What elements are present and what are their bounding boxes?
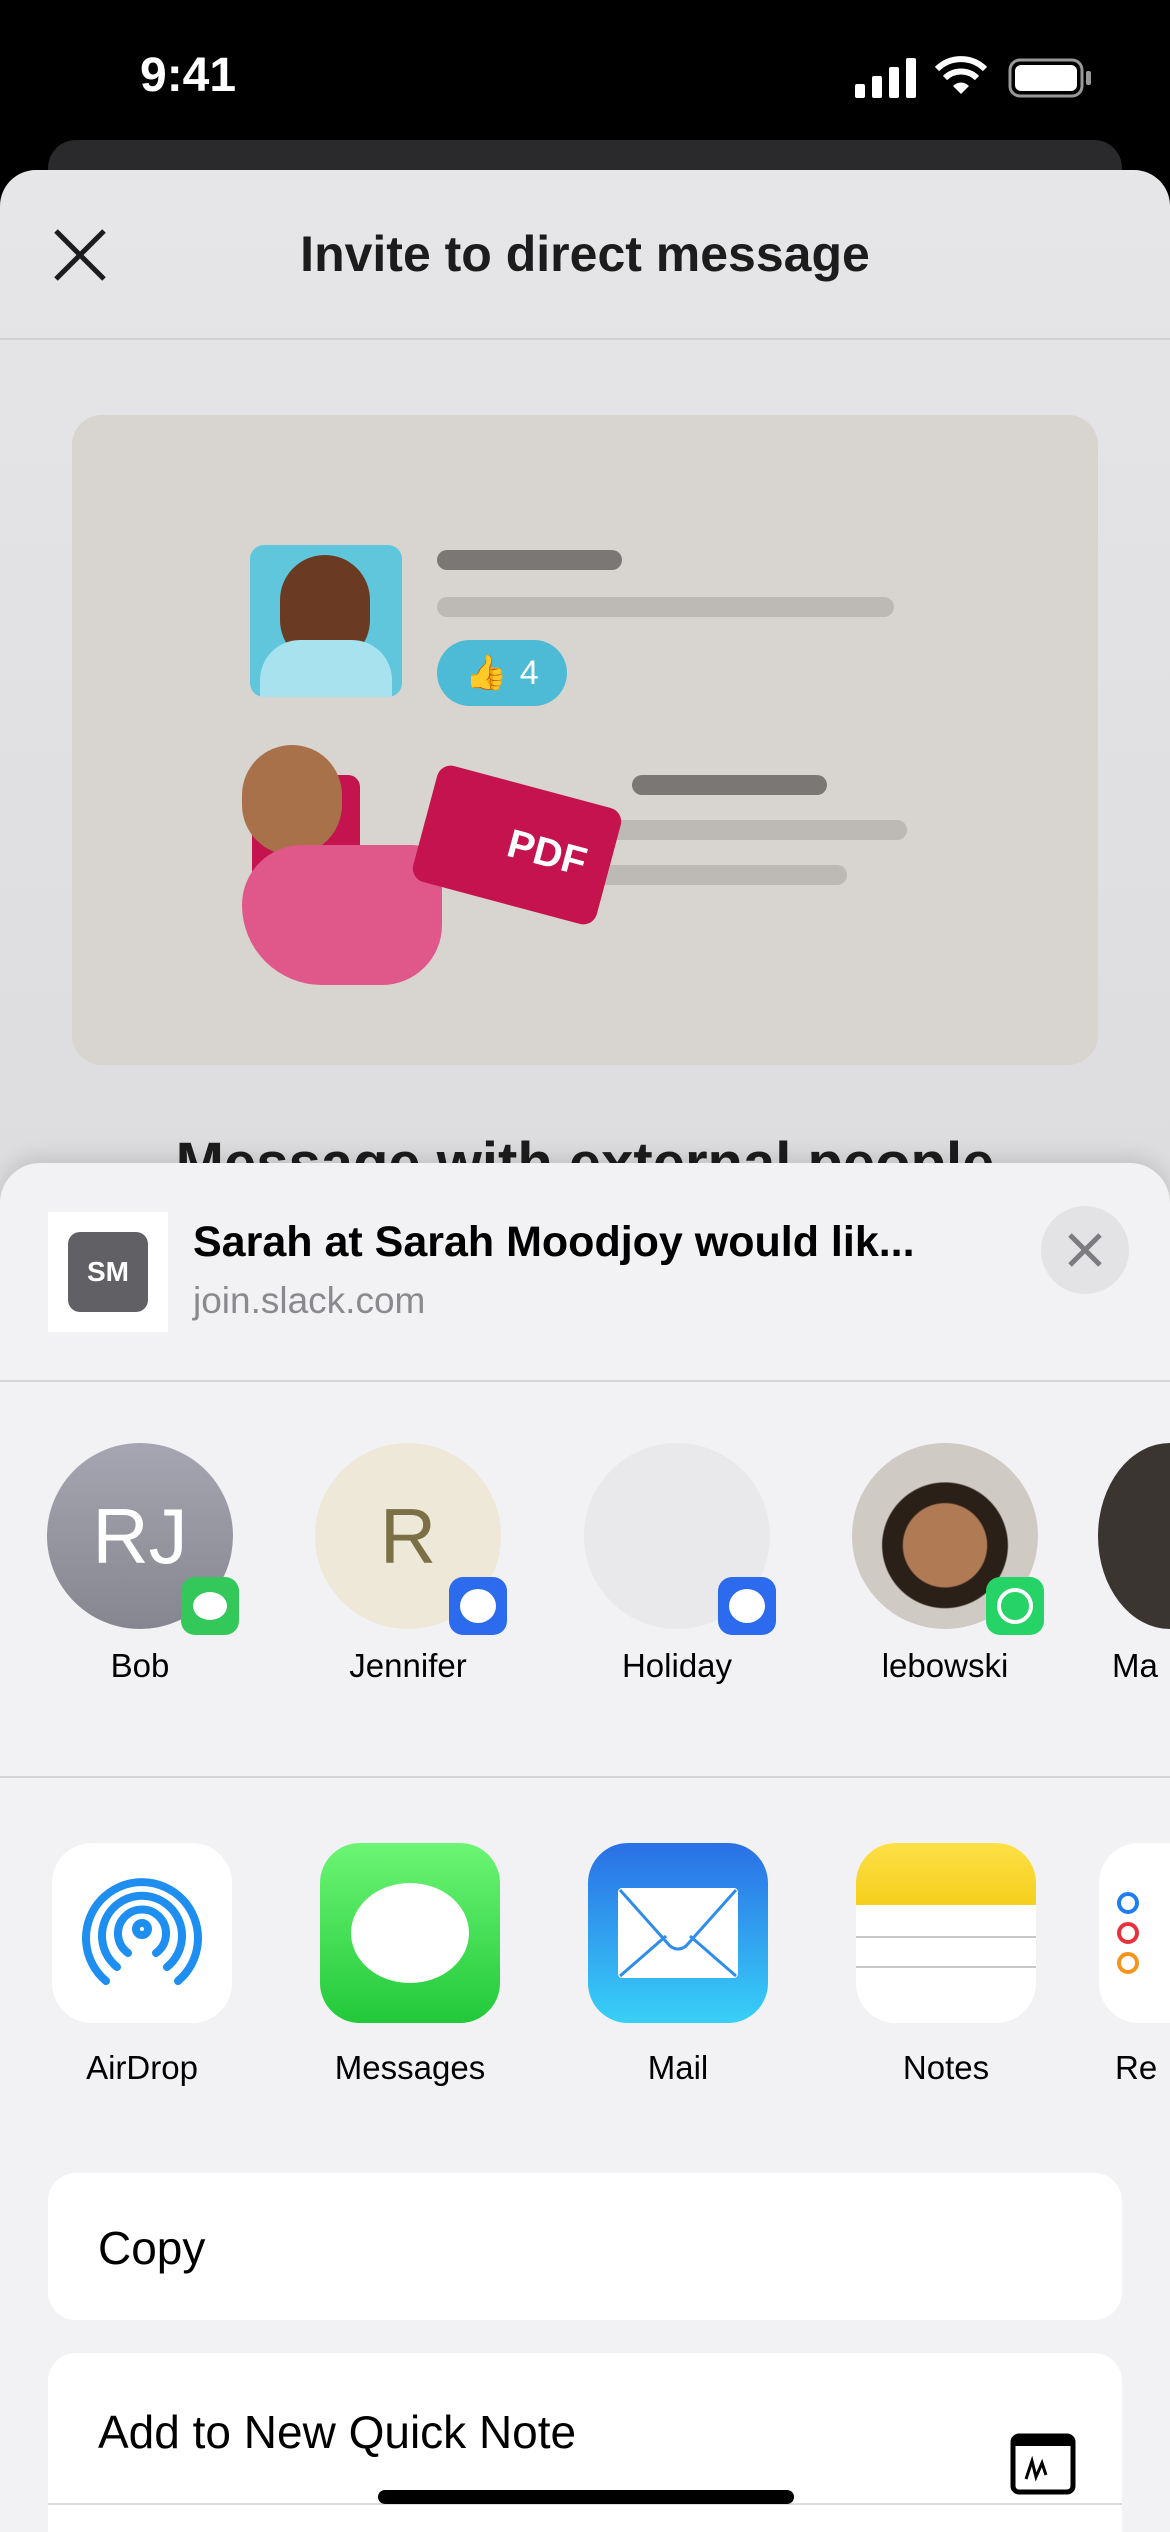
share-title: Sarah at Sarah Moodjoy would lik... [193, 1218, 915, 1266]
person-avatar [250, 545, 402, 697]
home-indicator[interactable] [378, 2490, 794, 2504]
wifi-icon [935, 56, 987, 94]
avatar-photo [852, 1443, 1044, 1635]
text-line [632, 775, 827, 795]
contact-name: Bob [110, 1647, 170, 1684]
app-messages[interactable]: Messages [295, 1843, 525, 2087]
text-line [437, 597, 894, 617]
app-name: Messages [334, 2049, 486, 2086]
contact-name: Holiday [621, 1647, 733, 1684]
whatsapp-icon [986, 1577, 1044, 1635]
quick-note-icon [1010, 2433, 1076, 2495]
app-airdrop[interactable]: AirDrop [27, 1843, 257, 2087]
avatar-initials: R [379, 1491, 437, 1580]
app-name: Mail [647, 2049, 709, 2086]
avatar [584, 1443, 776, 1635]
avatar: R [315, 1443, 507, 1635]
avatar: RJ [47, 1443, 239, 1635]
app-notes[interactable]: Notes [831, 1843, 1061, 2087]
text-line [572, 820, 907, 840]
contact-jennifer[interactable]: R Jennifer [293, 1443, 523, 1685]
contact-bob[interactable]: RJ Bob [25, 1443, 255, 1685]
app-name: Re [1115, 2049, 1158, 2086]
notes-icon [856, 1843, 1036, 2023]
close-icon [1068, 1233, 1102, 1267]
signal-icon [718, 1577, 776, 1635]
link-thumbnail: SM [48, 1212, 168, 1332]
action-label: Add to New Quick Note [98, 2406, 577, 2458]
copy-action[interactable]: Copy [48, 2173, 1122, 2320]
mail-icon [588, 1843, 768, 2023]
app-name: AirDrop [86, 2049, 198, 2086]
text-line [437, 550, 622, 570]
avatar-photo [1098, 1443, 1170, 1629]
contact-name: lebowski [881, 1647, 1009, 1684]
contact-holiday[interactable]: Holiday [562, 1443, 792, 1685]
battery-icon [1008, 58, 1091, 98]
share-close-button[interactable] [1041, 1206, 1129, 1294]
contact-name: Jennifer [349, 1647, 467, 1684]
messages-icon [320, 1843, 500, 2023]
app-reminders[interactable]: Re [1099, 1843, 1170, 2087]
avatar-initials: RJ [92, 1491, 188, 1580]
divider [0, 1380, 1170, 1382]
contact-name: Ma [1112, 1647, 1158, 1684]
divider [0, 1776, 1170, 1778]
person-head [242, 745, 342, 855]
thumbnail-initials: SM [68, 1232, 148, 1312]
messages-icon [181, 1577, 239, 1635]
page-title: Invite to direct message [300, 226, 870, 282]
text-line [572, 865, 847, 885]
contact-partial[interactable]: Ma [1098, 1443, 1170, 1685]
airdrop-icon [52, 1843, 232, 2023]
app-name: Notes [902, 2049, 990, 2086]
action-label: Copy [98, 2222, 206, 2274]
reminders-icon [1099, 1843, 1170, 2023]
illustration: 👍 4 PDF [72, 415, 1098, 1065]
divider [0, 338, 1170, 340]
reaction-pill: 👍 4 [437, 640, 567, 706]
thumbs-up-icon: 👍 [465, 654, 508, 692]
signal-icon [449, 1577, 507, 1635]
share-subtitle: join.slack.com [193, 1280, 426, 1321]
status-time: 9:41 [140, 49, 237, 102]
contact-lebowski[interactable]: lebowski [830, 1443, 1060, 1685]
quick-note-action[interactable]: Add to New Quick Note [48, 2353, 1122, 2532]
cellular-icon [855, 58, 916, 98]
app-mail[interactable]: Mail [563, 1843, 793, 2087]
